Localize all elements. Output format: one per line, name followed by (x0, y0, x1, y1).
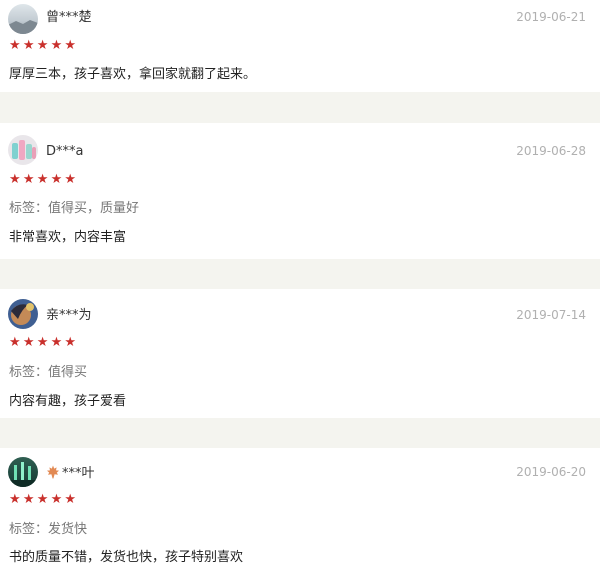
star-rating: ★★★★★ (9, 492, 79, 507)
review-tags: 标签：发货快 (9, 522, 88, 537)
review-card: D***a 2019-06-28 ★★★★★ 标签：值得买，质量好 非常喜欢，内… (0, 123, 600, 259)
user-avatar[interactable] (8, 135, 38, 165)
user-avatar[interactable] (8, 4, 38, 34)
review-tags: 标签：值得买，质量好 (9, 201, 140, 216)
review-date: 2019-06-20 (516, 465, 586, 479)
star-rating: ★★★★★ (9, 335, 79, 350)
avatar-image (8, 299, 38, 329)
review-date: 2019-06-28 (516, 144, 586, 158)
review-date: 2019-06-21 (516, 10, 586, 24)
reviews-page: 曾***楚 2019-06-21 ★★★★★ 厚厚三本，孩子喜欢，拿回家就翻了起… (0, 0, 600, 569)
review-content: 厚厚三本，孩子喜欢，拿回家就翻了起来。 (9, 67, 257, 82)
star-rating: ★★★★★ (9, 38, 79, 53)
review-content: 内容有趣，孩子爱看 (9, 394, 127, 409)
username: D***a (46, 144, 84, 159)
avatar-image (8, 457, 38, 487)
star-rating: ★★★★★ (9, 172, 79, 187)
review-content: 非常喜欢，内容丰富 (9, 230, 127, 245)
avatar-image (8, 4, 38, 34)
username: 曾***楚 (46, 10, 92, 25)
user-avatar[interactable] (8, 299, 38, 329)
review-tags: 标签：值得买 (9, 365, 88, 380)
review-content: 书的质量不错，发货也快，孩子特别喜欢 (9, 550, 244, 565)
review-card: 亲***为 2019-07-14 ★★★★★ 标签：值得买 内容有趣，孩子爱看 (0, 289, 600, 418)
review-card: ***叶 2019-06-20 ★★★★★ 标签：发货快 书的质量不错，发货也快… (0, 448, 600, 569)
username: 亲***为 (46, 308, 92, 323)
user-avatar[interactable] (8, 457, 38, 487)
username: ***叶 (46, 465, 95, 484)
review-date: 2019-07-14 (516, 308, 586, 322)
avatar-image (8, 135, 38, 165)
maple-leaf-icon (46, 465, 60, 484)
review-card: 曾***楚 2019-06-21 ★★★★★ 厚厚三本，孩子喜欢，拿回家就翻了起… (0, 0, 600, 92)
username-text: ***叶 (62, 466, 95, 481)
